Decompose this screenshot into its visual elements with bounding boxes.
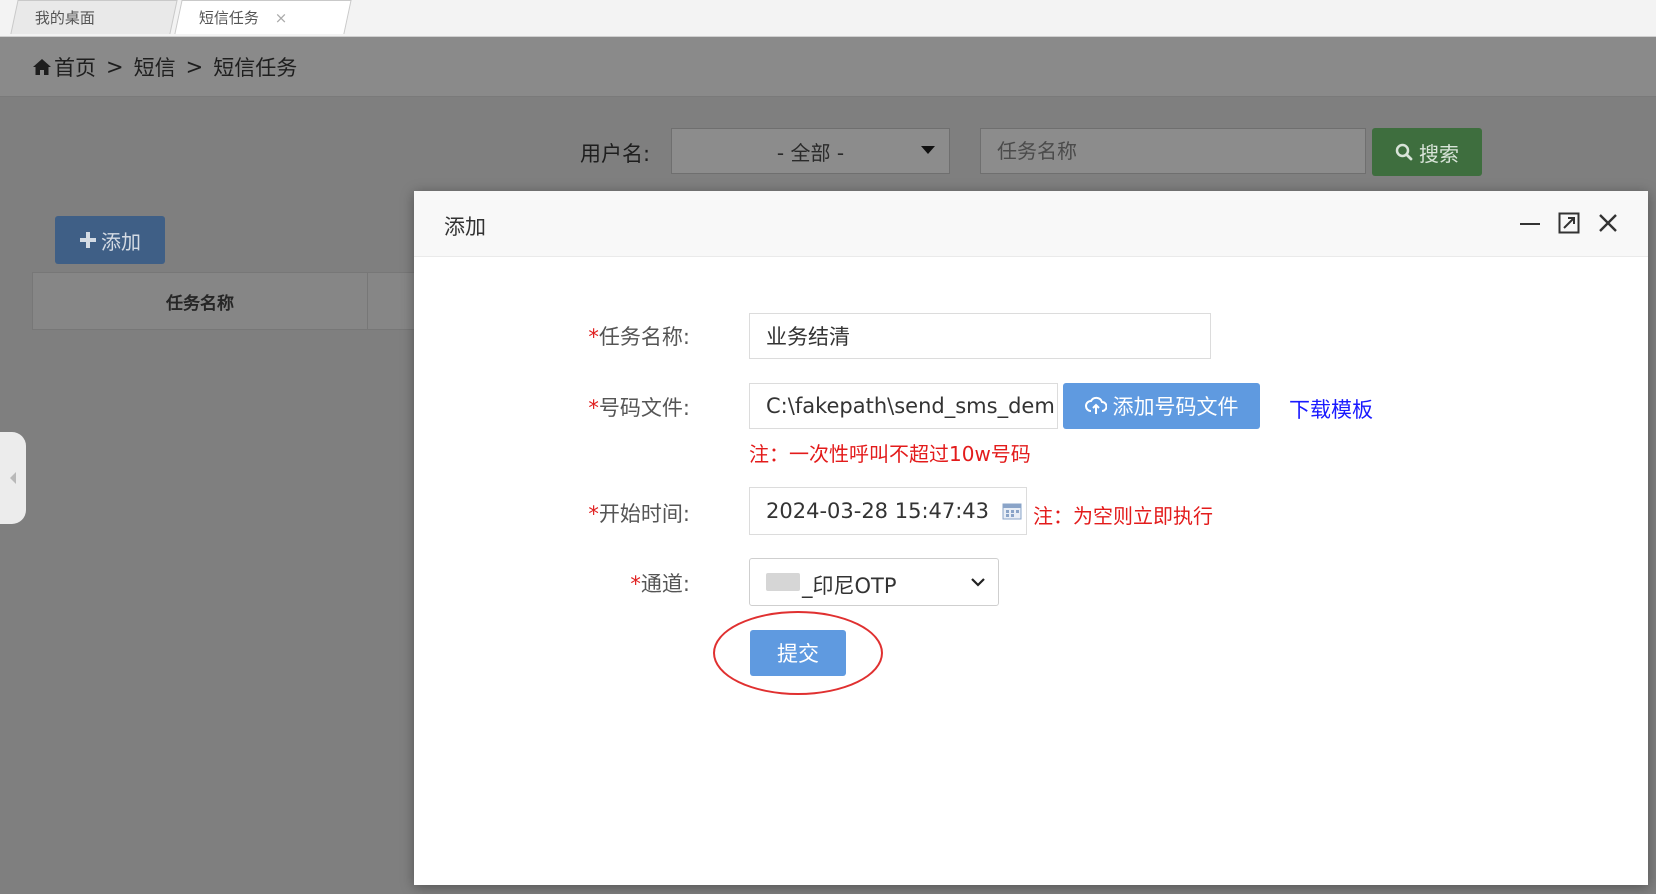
search-icon — [1395, 143, 1413, 161]
caret-down-icon — [921, 146, 935, 154]
search-button[interactable]: 搜索 — [1372, 128, 1482, 176]
channel-label: *通道: — [630, 572, 690, 596]
tab-sms-task[interactable]: 短信任务 × — [174, 0, 352, 34]
submit-button[interactable]: 提交 — [750, 630, 846, 676]
tab-label: 短信任务 — [198, 9, 259, 27]
breadcrumb-home[interactable]: 首页 — [54, 52, 96, 82]
breadcrumb-separator: > — [106, 54, 124, 79]
add-number-file-button[interactable]: 添加号码文件 — [1063, 383, 1260, 429]
task-name-label: *任务名称: — [588, 325, 690, 349]
username-label: 用户名: — [580, 142, 651, 166]
username-select[interactable]: - 全部 - — [671, 128, 950, 174]
download-template-link[interactable]: 下载模板 — [1289, 394, 1373, 424]
add-task-dialog: 添加 — [414, 191, 1648, 885]
chevron-down-icon — [971, 578, 985, 587]
dialog-header: 添加 — [414, 191, 1648, 257]
calendar-icon[interactable] — [1002, 502, 1022, 520]
table-header: 任务名称 — [32, 272, 432, 330]
search-row: 用户名: - 全部 - 搜索 — [0, 128, 1656, 176]
file-limit-note: 注：一次性呼叫不超过10w号码 — [749, 442, 1031, 466]
task-name-input[interactable] — [749, 313, 1211, 359]
channel-select-value: _印尼OTP — [802, 574, 897, 598]
add-number-file-label: 添加号码文件 — [1112, 396, 1239, 419]
column-header-task-name[interactable]: 任务名称 — [33, 273, 368, 329]
breadcrumb-sms-task: 短信任务 — [213, 55, 298, 80]
task-name-search-input[interactable] — [980, 128, 1366, 174]
chevron-left-icon — [10, 472, 16, 484]
breadcrumb-sms[interactable]: 短信 — [134, 52, 176, 82]
search-button-label: 搜索 — [1419, 143, 1459, 166]
plus-icon — [80, 232, 96, 248]
add-task-button-label: 添加 — [101, 231, 141, 254]
minimize-icon[interactable] — [1518, 211, 1542, 235]
number-file-path-input[interactable] — [749, 383, 1058, 429]
start-time-input[interactable]: 2024-03-28 15:47:43 — [749, 487, 1027, 535]
redacted-text — [766, 573, 800, 591]
start-time-note: 注：为空则立即执行 — [1033, 504, 1213, 528]
close-icon[interactable]: × — [275, 9, 288, 27]
breadcrumb: 首页 > 短信 > 短信任务 — [0, 37, 1656, 97]
home-icon — [33, 58, 51, 75]
channel-select[interactable]: _印尼OTP — [749, 558, 999, 606]
tab-bar: 我的桌面 短信任务 × — [0, 0, 1656, 37]
add-task-button[interactable]: 添加 — [55, 216, 165, 264]
username-select-value: - 全部 - — [776, 140, 845, 165]
upload-cloud-icon — [1084, 396, 1107, 414]
tab-my-desktop[interactable]: 我的桌面 — [10, 0, 178, 34]
breadcrumb-separator: > — [185, 54, 204, 79]
sidebar-toggle[interactable] — [0, 432, 26, 524]
tab-label: 我的桌面 — [34, 9, 95, 27]
maximize-icon[interactable] — [1557, 211, 1581, 235]
start-time-label: *开始时间: — [588, 502, 690, 526]
dialog-title: 添加 — [444, 215, 486, 239]
close-icon[interactable] — [1596, 211, 1620, 235]
number-file-label: *号码文件: — [588, 396, 690, 420]
start-time-value: 2024-03-28 15:47:43 — [766, 499, 990, 523]
